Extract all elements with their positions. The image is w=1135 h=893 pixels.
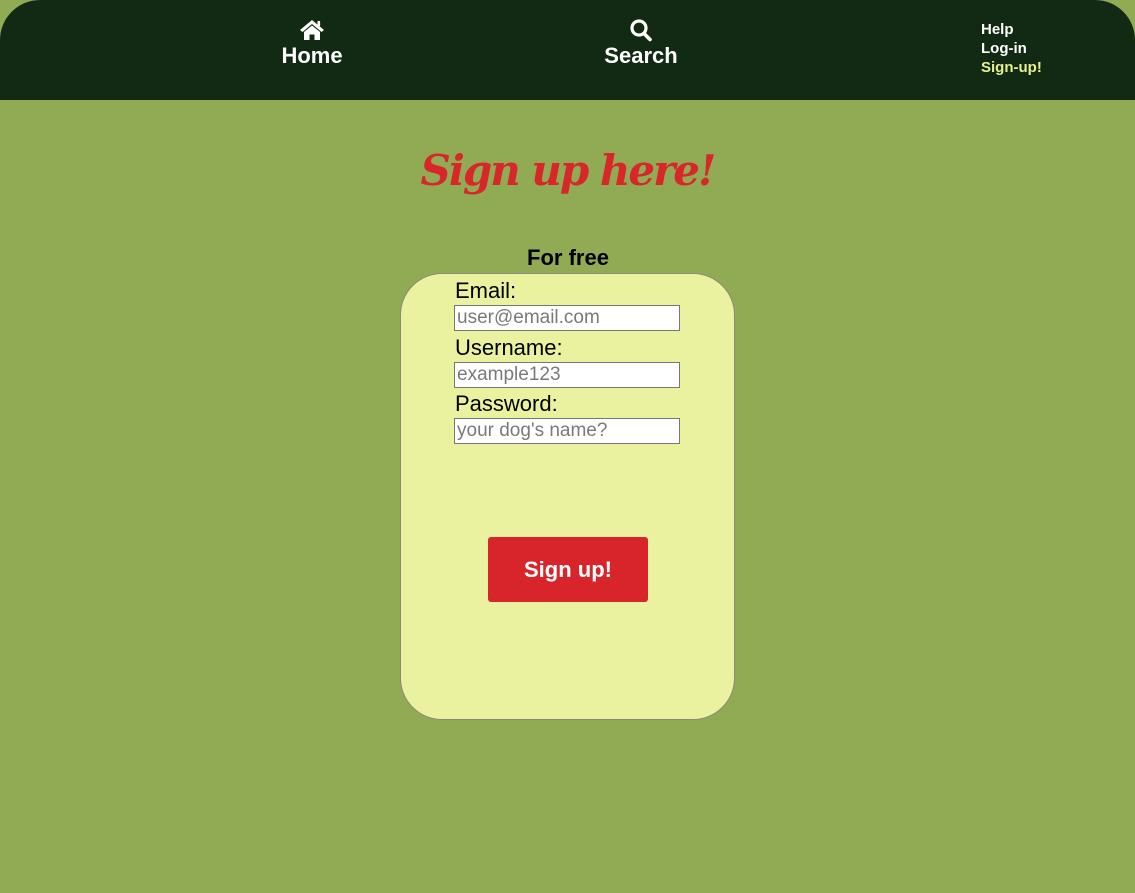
nav-home-label: Home (281, 43, 343, 68)
home-icon (300, 20, 324, 40)
help-link[interactable]: Help (981, 20, 1042, 39)
search-icon (630, 19, 652, 42)
top-navigation-bar: Home Search Help Log-in Sign-up! (0, 0, 1135, 100)
email-field[interactable] (454, 305, 680, 331)
username-label: Username: (455, 335, 563, 360)
username-field[interactable] (454, 362, 680, 388)
nav-home[interactable]: Home (271, 18, 353, 69)
signup-link[interactable]: Sign-up! (981, 58, 1042, 77)
page-title: Sign up here! (420, 146, 717, 195)
nav-search-label: Search (604, 43, 678, 68)
password-label: Password: (455, 391, 558, 416)
nav-search[interactable]: Search (597, 18, 685, 69)
signup-button[interactable]: Sign up! (488, 537, 648, 602)
password-field[interactable] (454, 418, 680, 444)
signup-form-card: Email: Username: Password: Sign up! (400, 273, 735, 720)
email-label: Email: (455, 278, 517, 303)
account-links: Help Log-in Sign-up! (981, 20, 1042, 77)
login-link[interactable]: Log-in (981, 39, 1042, 58)
page-subtitle: For free (527, 245, 609, 270)
